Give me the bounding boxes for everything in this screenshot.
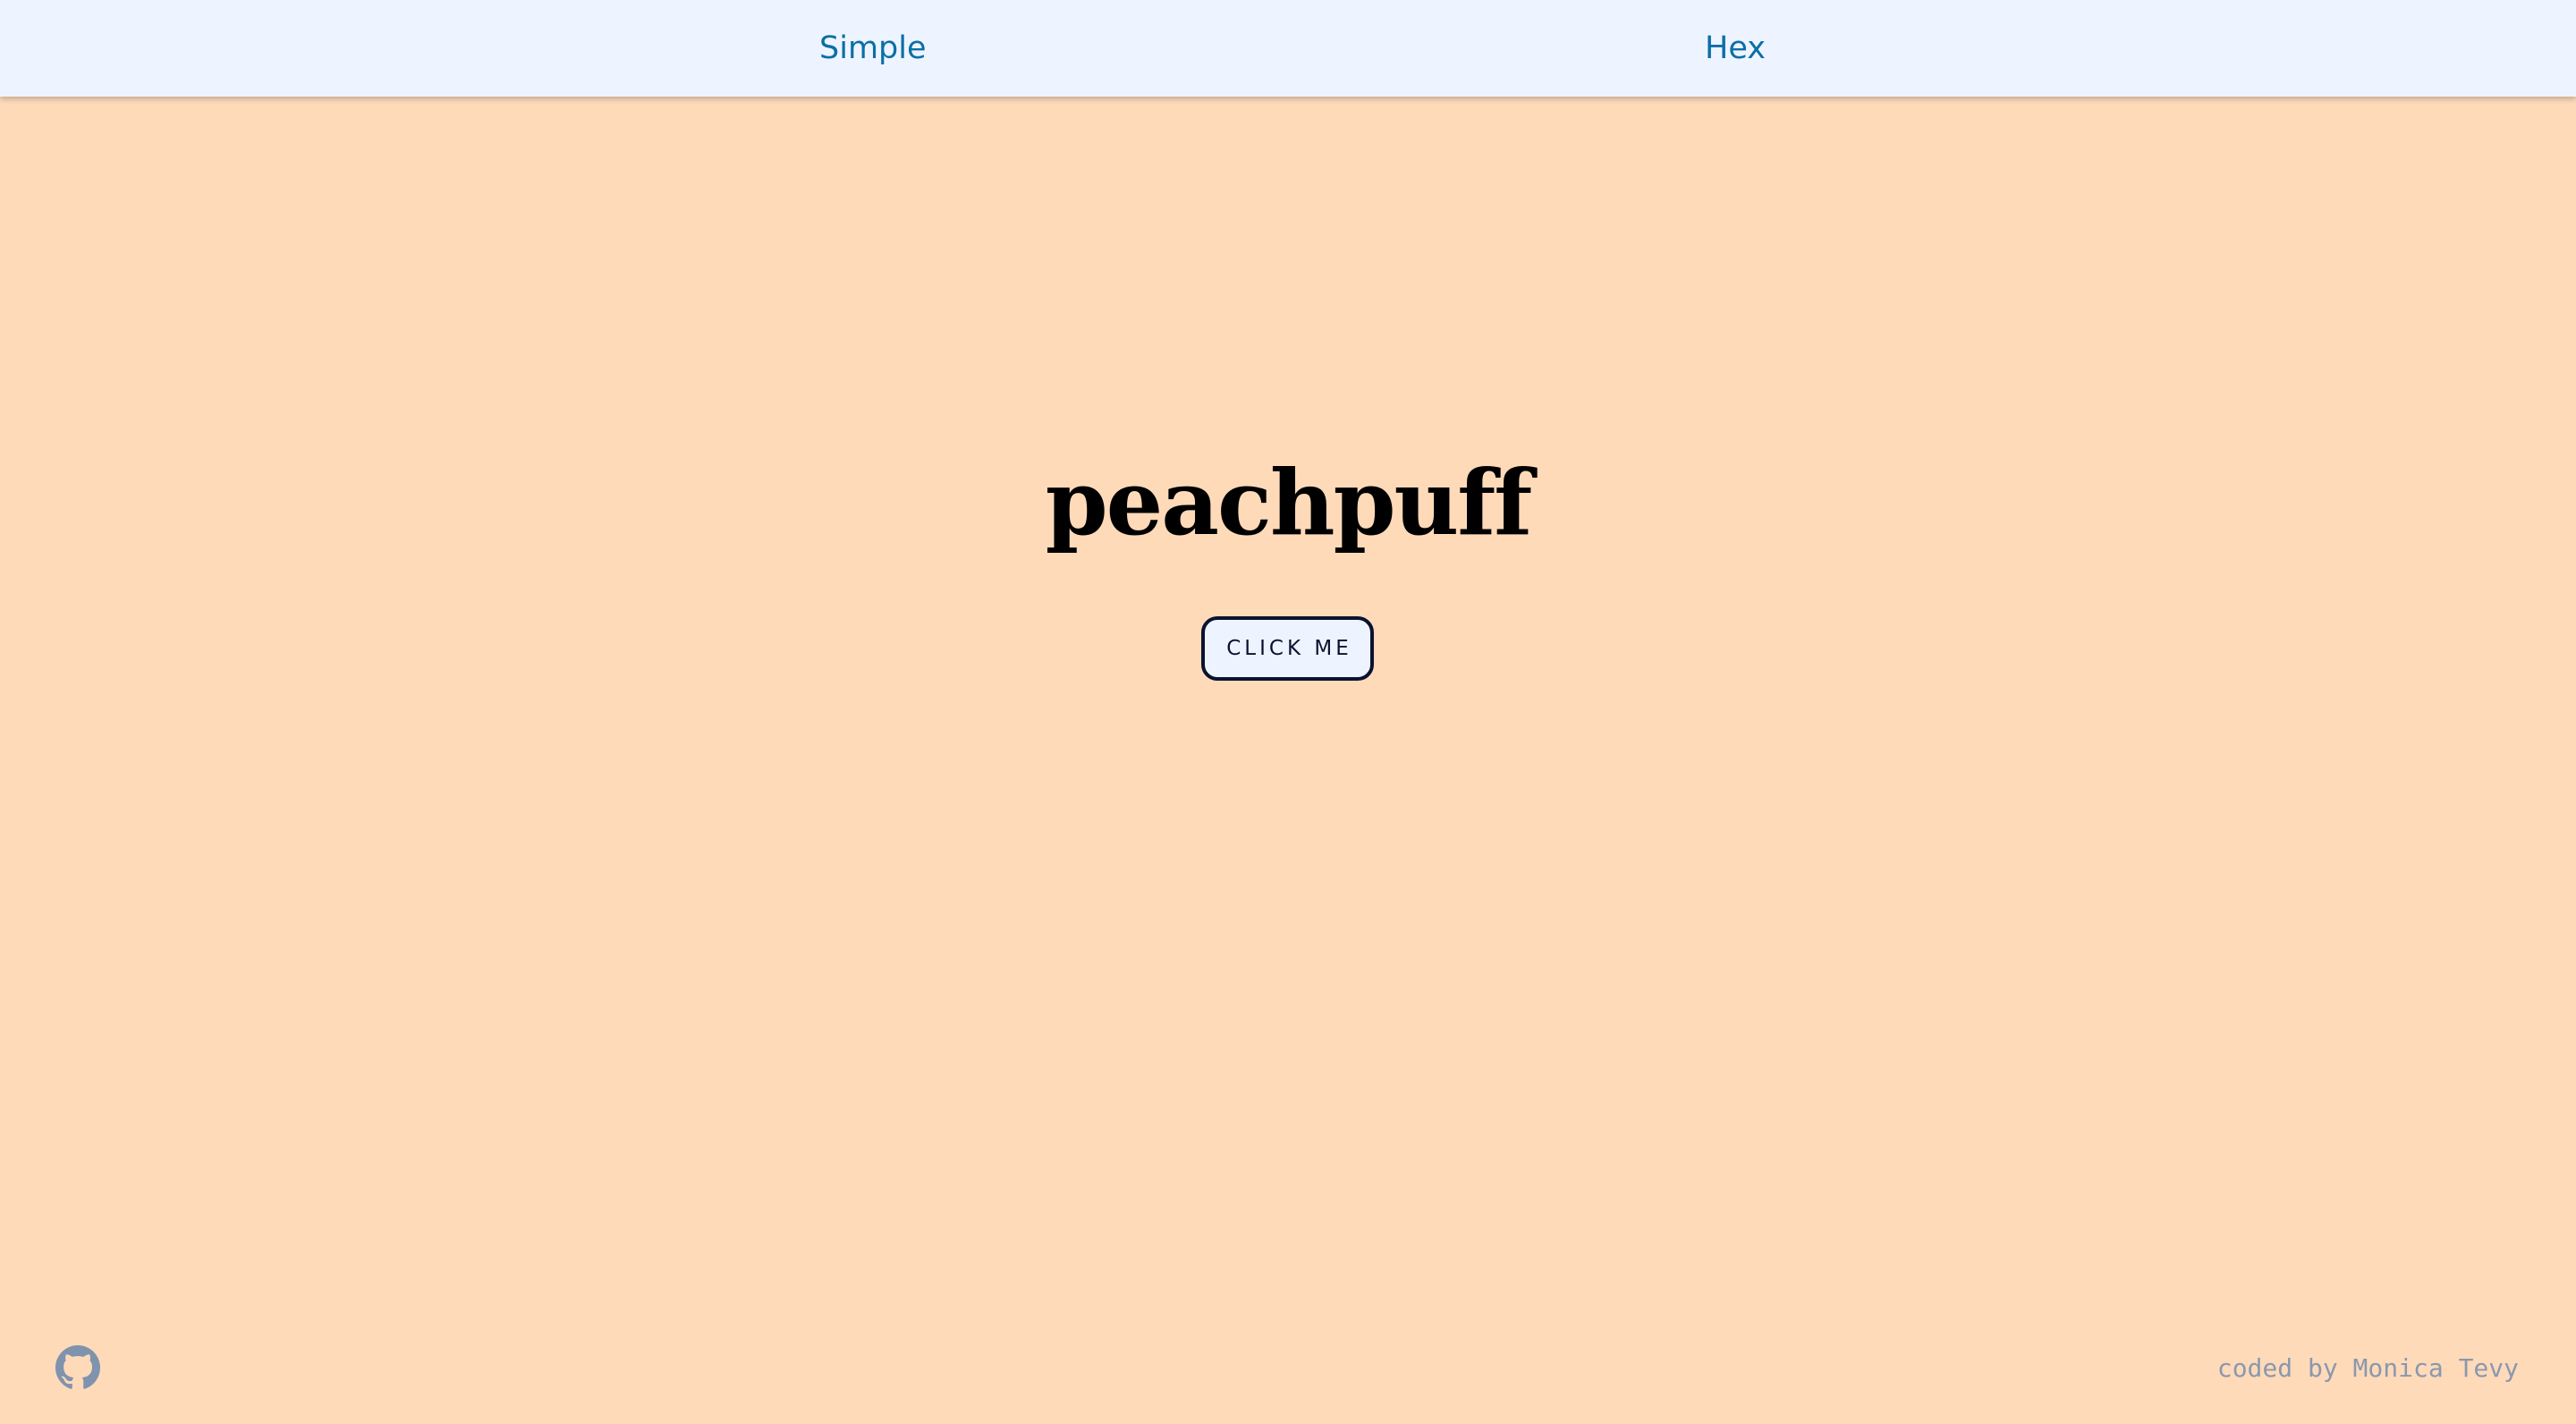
click-me-button[interactable]: CLICK ME bbox=[1201, 616, 1374, 681]
top-navbar: Simple Hex bbox=[0, 0, 2576, 97]
github-icon-glyph bbox=[55, 1345, 100, 1389]
nav-link-simple[interactable]: Simple bbox=[819, 0, 927, 97]
github-icon[interactable] bbox=[55, 1345, 100, 1390]
nav-link-hex[interactable]: Hex bbox=[1705, 0, 1766, 97]
color-name-title: peachpuff bbox=[1045, 450, 1533, 555]
footer-credit: coded by Monica Tevy bbox=[2216, 1353, 2519, 1383]
